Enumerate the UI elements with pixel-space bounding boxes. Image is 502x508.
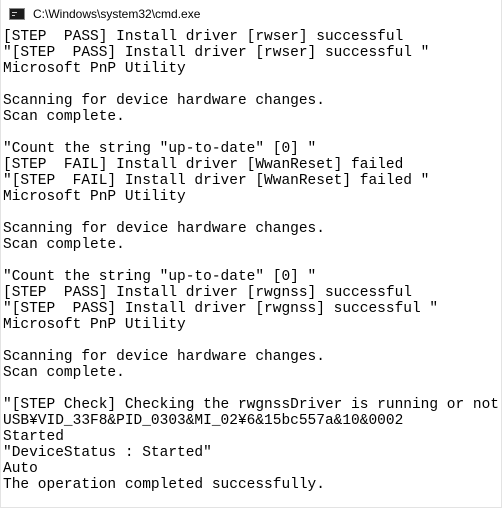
console-line: "DeviceStatus : Started" xyxy=(3,445,212,461)
console-line: [STEP FAIL] Install driver [WwanReset] f… xyxy=(3,157,404,173)
console-line: Microsoft PnP Utility xyxy=(3,189,186,205)
console-line: Microsoft PnP Utility xyxy=(3,61,186,77)
console-line: "[STEP PASS] Install driver [rwser] succ… xyxy=(3,45,430,61)
console-line: USB¥VID_33F8&PID_0303&MI_02¥6&15bc557a&1… xyxy=(3,413,404,429)
console-line: The operation completed successfully. xyxy=(3,477,325,493)
console-line: "[STEP PASS] Install driver [rwgnss] suc… xyxy=(3,301,439,317)
console-line: Scanning for device hardware changes. xyxy=(3,349,325,365)
console-line: "Count the string "up-to-date" [0] " xyxy=(3,141,317,157)
console-line: Auto xyxy=(3,461,38,477)
title-bar[interactable]: C:\Windows\system32\cmd.exe xyxy=(1,0,501,28)
console-line: Scan complete. xyxy=(3,109,125,125)
console-line: "[STEP FAIL] Install driver [WwanReset] … xyxy=(3,173,430,189)
console-line: Scanning for device hardware changes. xyxy=(3,221,325,237)
console-line: "Count the string "up-to-date" [0] " xyxy=(3,269,317,285)
console-output[interactable]: [STEP PASS] Install driver [rwser] succe… xyxy=(3,29,499,504)
console-line: Microsoft PnP Utility xyxy=(3,317,186,333)
console-line: "[STEP Check] Checking the rwgnssDriver … xyxy=(3,397,499,413)
cmd-icon xyxy=(9,8,25,20)
console-line: [STEP PASS] Install driver [rwser] succe… xyxy=(3,29,404,45)
console-line: Scanning for device hardware changes. xyxy=(3,93,325,109)
console-line: Scan complete. xyxy=(3,237,125,253)
cmd-window: C:\Windows\system32\cmd.exe [STEP PASS] … xyxy=(0,0,502,508)
console-line: Started xyxy=(3,429,64,445)
console-line: [STEP PASS] Install driver [rwgnss] succ… xyxy=(3,285,412,301)
console-line: Scan complete. xyxy=(3,365,125,381)
window-title: C:\Windows\system32\cmd.exe xyxy=(33,7,201,21)
